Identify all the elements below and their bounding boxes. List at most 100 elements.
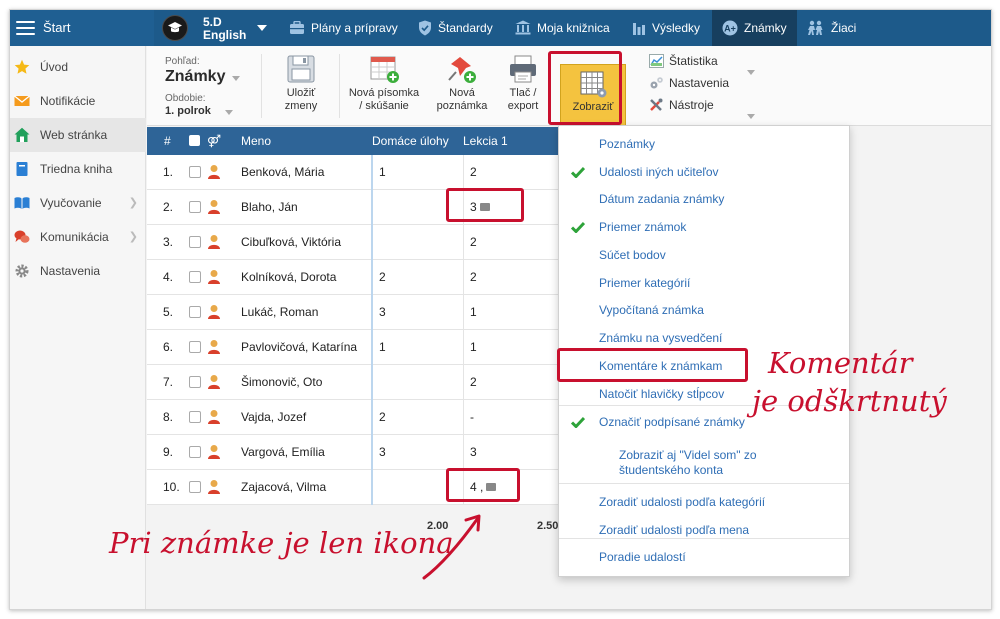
menu-divider [559, 538, 849, 539]
homework-grade[interactable]: 2 [379, 400, 386, 435]
homework-grade[interactable]: 1 [379, 330, 386, 365]
sidebar-item-vyucovanie[interactable]: Vyučovanie ❯ [10, 186, 146, 220]
row-checkbox[interactable] [189, 166, 201, 178]
statistics-menu[interactable]: Štatistika [649, 51, 718, 71]
nav-label: Známky [744, 21, 787, 35]
row-checkbox[interactable] [189, 201, 201, 213]
lesson-grade-cell[interactable]: 2 [470, 155, 477, 190]
menu-item[interactable]: Dátum zadania známky [559, 192, 849, 207]
lesson-grade-cell[interactable]: 1 [470, 295, 477, 330]
start-menu-button[interactable]: Štart [10, 10, 154, 46]
divider [463, 155, 464, 190]
select-all-checkbox[interactable] [189, 135, 200, 146]
row-checkbox[interactable] [189, 271, 201, 283]
new-exam-button[interactable]: Nová písomka / skúšanie [343, 50, 425, 122]
row-checkbox[interactable] [189, 236, 201, 248]
homework-grade[interactable]: 2 [379, 260, 386, 295]
line-chart-icon [649, 54, 664, 68]
student-avatar-icon [208, 165, 220, 179]
nav-standardy[interactable]: Štandardy [418, 10, 493, 46]
menu-item[interactable]: Poznámky [559, 137, 849, 152]
nav-kniznica[interactable]: Moja knižnica [515, 10, 610, 46]
row-checkbox[interactable] [189, 341, 201, 353]
student-name[interactable]: Vajda, Jozef [241, 400, 306, 435]
menu-item[interactable]: Udalosti iných učiteľov [559, 165, 849, 180]
new-note-button[interactable]: Nová poznámka [429, 50, 495, 122]
lesson-grade: 2 [470, 270, 477, 284]
save-changes-button[interactable]: Uložiť zmeny [271, 50, 331, 122]
row-checkbox[interactable] [189, 411, 201, 423]
sidebar-item-triedna-kniha[interactable]: Triedna kniha [10, 152, 146, 186]
student-name[interactable]: Blaho, Ján [241, 190, 298, 225]
lesson-grade-cell[interactable]: - [470, 400, 474, 435]
menu-item[interactable]: Vypočítaná známka [559, 303, 849, 318]
row-checkbox[interactable] [189, 446, 201, 458]
sidebar-item-label: Triedna kniha [40, 162, 113, 176]
row-checkbox[interactable] [189, 481, 201, 493]
nav-ziaci[interactable]: Žiaci [807, 10, 856, 46]
sidebar-item-komunikacia[interactable]: Komunikácia ❯ [10, 220, 146, 254]
student-name[interactable]: Kolníková, Dorota [241, 260, 336, 295]
student-name[interactable]: Cibuľková, Viktória [241, 225, 341, 260]
table-row[interactable]: 9. Vargová, Emília 3 3 [147, 435, 577, 470]
view-selector[interactable]: Známky [165, 68, 225, 86]
homework-grade[interactable]: 1 [379, 155, 386, 190]
menu-item[interactable]: Poradie udalostí [559, 550, 849, 565]
menu-item[interactable]: Známku na vysvedčení [559, 331, 849, 346]
table-row[interactable]: 4. Kolníková, Dorota 2 2 [147, 260, 577, 295]
student-name[interactable]: Benková, Mária [241, 155, 324, 190]
row-number: 3. [163, 235, 174, 249]
divider [371, 260, 373, 295]
homework-grade[interactable]: 3 [379, 295, 386, 330]
table-row[interactable]: 3. Cibuľková, Viktória 2 [147, 225, 577, 260]
period-selector[interactable]: 1. polrok [165, 105, 211, 117]
row-checkbox[interactable] [189, 376, 201, 388]
nav-znamky[interactable]: A+ Známky [712, 10, 797, 46]
tools-menu[interactable]: Nástroje [649, 95, 714, 115]
menu-item[interactable]: Zoradiť udalosti podľa kategórií [559, 495, 849, 510]
table-row[interactable]: 8. Vajda, Jozef 2 - [147, 400, 577, 435]
nav-plany[interactable]: Plány a prípravy [289, 10, 398, 46]
annotation-odskrtnuty: je odškrtnutý [752, 384, 947, 418]
column-header-name[interactable]: Meno [241, 127, 271, 155]
menu-item-label: Zoradiť udalosti podľa mena [599, 523, 750, 537]
settings-menu[interactable]: Nastavenia [649, 73, 729, 93]
print-export-button[interactable]: Tlač / export [497, 50, 549, 122]
sidebar-item-nastavenia[interactable]: Nastavenia [10, 254, 146, 288]
column-header-lesson[interactable]: Lekcia 1 [463, 127, 508, 155]
menu-item[interactable]: Zoradiť udalosti podľa mena [559, 523, 849, 538]
menu-item[interactable]: Priemer známok [559, 220, 849, 235]
sidebar-item-label: Notifikácie [40, 94, 96, 108]
class-selector[interactable]: 5.D English [156, 10, 280, 46]
table-row[interactable]: 7. Šimonovič, Oto 2 [147, 365, 577, 400]
lesson-grade-cell[interactable]: 2 [470, 365, 477, 400]
checkmark-icon [571, 166, 585, 178]
student-name[interactable]: Vargová, Emília [241, 435, 325, 470]
menu-item[interactable]: Priemer kategórií [559, 276, 849, 291]
student-avatar-icon [208, 305, 220, 319]
menu-item[interactable]: Zobraziť aj "Videl som" zo študentského … [559, 448, 829, 478]
table-row[interactable]: 5. Lukáč, Roman 3 1 [147, 295, 577, 330]
sidebar-item-web-stranka[interactable]: Web stránka [10, 118, 146, 152]
student-name[interactable]: Lukáč, Roman [241, 295, 318, 330]
lesson-grade-cell[interactable]: 3 [470, 435, 477, 470]
sidebar-item-uvod[interactable]: Úvod [10, 50, 146, 84]
sidebar-item-notifikacie[interactable]: Notifikácie [10, 84, 146, 118]
chat-icon [14, 230, 30, 243]
table-row[interactable]: 1. Benková, Mária 1 2 [147, 155, 577, 190]
lesson-grade-cell[interactable]: 2 [470, 260, 477, 295]
menu-item[interactable]: Súčet bodov [559, 248, 849, 263]
chevron-down-icon [232, 76, 240, 81]
book-icon [16, 162, 28, 176]
nav-vysledky[interactable]: Výsledky [632, 10, 700, 46]
student-name[interactable]: Zajacová, Vilma [241, 470, 326, 505]
student-name[interactable]: Pavlovičová, Katarína [241, 330, 357, 365]
lesson-grade-cell[interactable]: 2 [470, 225, 477, 260]
column-header-homework[interactable]: Domáce úlohy [372, 127, 449, 155]
table-row[interactable]: 6. Pavlovičová, Katarína 1 1 [147, 330, 577, 365]
row-number: 6. [163, 340, 174, 354]
student-name[interactable]: Šimonovič, Oto [241, 365, 322, 400]
lesson-grade-cell[interactable]: 1 [470, 330, 477, 365]
homework-grade[interactable]: 3 [379, 435, 386, 470]
row-checkbox[interactable] [189, 306, 201, 318]
